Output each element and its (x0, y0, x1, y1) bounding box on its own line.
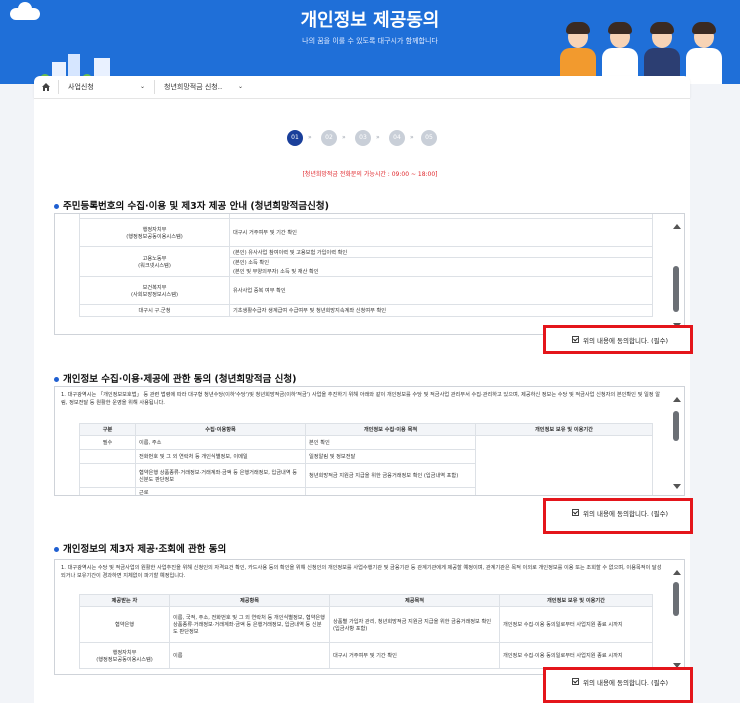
personal-info-consent-box[interactable]: 1. 대구광역시는 「개인정보보호법」 등 관련 법령에 따라 대구형 청년수당… (54, 386, 685, 496)
step-1: 01 (287, 130, 303, 146)
intro-text: 1. 대구광역시는 「개인정보보호법」 등 관련 법령에 따라 대구형 청년수당… (61, 392, 660, 406)
nav-item-label: 청년희망적금 신청.. (164, 83, 223, 91)
table-row: 필수 이름, 주소 본인 확인 (79, 435, 653, 495)
scroll-thumb[interactable] (673, 266, 679, 312)
agree-label: 위의 내용에 동의합니다. (필수) (583, 510, 669, 518)
checkbox[interactable] (572, 336, 579, 343)
header-banner: 개인정보 제공동의 나의 꿈을 이룰 수 있도록 대구시가 함께합니다 (0, 0, 740, 84)
agree-checkbox-rrn[interactable]: 위의 내용에 동의합니다. (필수) (543, 325, 693, 354)
breadcrumb: 사업신청 ⌄ 청년희망적금 신청.. ⌄ (34, 76, 690, 98)
rrn-consent-box[interactable]: 행정자치부 (행정정보공동이용시스템) 대구시 거주여부 및 기간 확인 고용노… (54, 213, 685, 335)
agree-label: 위의 내용에 동의합니다. (필수) (583, 337, 669, 345)
chevron-down-icon: ⌄ (140, 83, 146, 90)
contact-hours-notice: [청년희망적금 전화문의 가능시간 : 09:00 ~ 18:00] (302, 171, 438, 178)
home-icon[interactable] (41, 82, 51, 92)
checkbox[interactable] (572, 509, 579, 516)
step-arrow: » (308, 134, 312, 141)
section-title: 개인정보의 제3자 제공·조회에 관한 동의 (54, 541, 226, 555)
scroll-up-icon[interactable] (673, 397, 681, 402)
intro-text: 1. 대구광역시는 수당 및 적금사업의 원활한 사업추진을 위해 신청인의 자… (61, 565, 662, 579)
scroll-up-icon[interactable] (673, 224, 681, 229)
table-row: 대구시 구.군청 기초생활수급자 생계급여 수급여부 및 청년희망지속계좌 신청… (79, 304, 653, 317)
scrollbar[interactable] (670, 214, 684, 334)
nav-item-label: 사업신청 (68, 83, 94, 91)
scroll-thumb[interactable] (673, 582, 679, 616)
agree-label: 위의 내용에 동의합니다. (필수) (583, 679, 669, 687)
nav-item-savings[interactable]: 청년희망적금 신청.. ⌄ (164, 76, 243, 98)
table-row: 보건복지부 (사회보장정보시스템) 유사사업 중복 여부 확인 (79, 276, 653, 305)
agree-checkbox-personal-info[interactable]: 위의 내용에 동의합니다. (필수) (543, 498, 693, 534)
table-row: 협약은행 이름, 국적, 주소, 전화번호 및 그 외 연락처 등 개인식별정보… (79, 606, 653, 643)
checkbox[interactable] (572, 678, 579, 685)
chevron-down-icon: ⌄ (238, 83, 244, 90)
people-illustration (540, 4, 730, 84)
table-row: 고용노동부 (워크넷시스템) (본인) 유사사업 참여이력 및 고용보험 가입이… (79, 246, 653, 277)
scrollbar[interactable] (670, 560, 684, 674)
nav-item-business[interactable]: 사업신청 ⌄ (68, 76, 145, 98)
scroll-up-icon[interactable] (673, 570, 681, 575)
table-row: 행정자치부 (행정정보공동이용시스템) 대구시 거주여부 및 기간 확인 (79, 218, 653, 247)
agree-checkbox-third-party[interactable]: 위의 내용에 동의합니다. (필수) (543, 667, 693, 703)
step-3: 03 (355, 130, 371, 146)
scroll-thumb[interactable] (673, 411, 679, 441)
scroll-down-icon[interactable] (673, 484, 681, 489)
section-title: 개인정보 수집·이용·제공에 관한 동의 (청년희망적금 신청) (54, 371, 296, 385)
third-party-consent-box[interactable]: 1. 대구광역시는 수당 및 적금사업의 원활한 사업추진을 위해 신청인의 자… (54, 559, 685, 675)
step-arrow: » (410, 134, 414, 141)
table-row: 행정자치부 (행정정보공동이용시스템) 이름 대구시 거주여부 및 기간 확인 … (79, 642, 653, 669)
section-title: 주민등록번호의 수집·이용 및 제3자 제공 안내 (청년희망적금신청) (54, 198, 329, 212)
step-arrow: » (376, 134, 380, 141)
step-2: 02 (321, 130, 337, 146)
step-5: 05 (421, 130, 437, 146)
step-arrow: » (342, 134, 346, 141)
step-4: 04 (389, 130, 405, 146)
scrollbar[interactable] (670, 387, 684, 495)
